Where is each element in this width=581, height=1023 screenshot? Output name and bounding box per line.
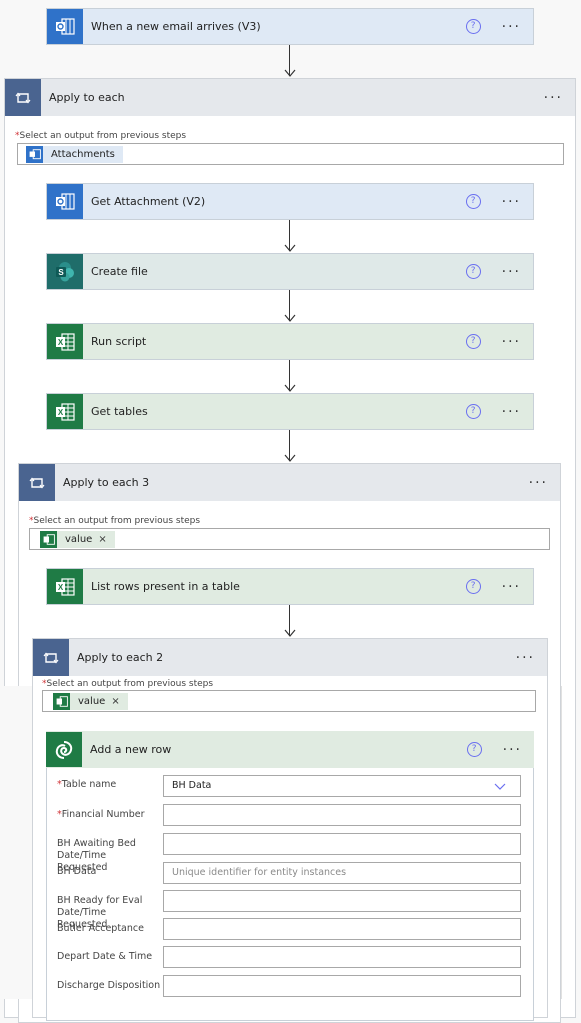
flow-arrow — [284, 220, 296, 253]
svg-text:X: X — [58, 408, 64, 417]
svg-text:X: X — [58, 583, 64, 592]
depart-date-time-input[interactable] — [163, 946, 521, 968]
flow-arrow — [284, 605, 296, 638]
apply-to-each-3-header[interactable]: Apply to each 3 ··· — [19, 464, 560, 501]
more-options-button[interactable]: ··· — [502, 195, 521, 209]
field-label-butler-acceptance: Butler Acceptance — [57, 923, 144, 934]
excel-icon: X — [47, 394, 83, 429]
step-card-get-tables[interactable]: X Get tables ? ··· — [46, 393, 534, 430]
excel-icon: X — [47, 324, 83, 359]
excel-icon — [53, 693, 70, 710]
step-title: Get Attachment (V2) — [91, 195, 206, 208]
apply-to-each-2-header[interactable]: Apply to each 2 ··· — [33, 639, 547, 676]
excel-icon — [40, 531, 57, 548]
flow-arrow — [284, 290, 296, 323]
apply-to-each-title: Apply to each — [49, 91, 125, 104]
action-title: Add a new row — [90, 743, 172, 756]
more-options-button[interactable]: ··· — [529, 476, 548, 490]
token-chip[interactable]: value × — [40, 531, 115, 548]
financial-number-input[interactable] — [163, 804, 521, 826]
more-options-button[interactable]: ··· — [502, 20, 521, 34]
field-label-table-name: *Table name — [57, 779, 117, 790]
select-output-label: *Select an output from previous steps — [42, 679, 214, 689]
token-label: Attachments — [43, 146, 123, 163]
help-icon[interactable]: ? — [465, 334, 481, 349]
help-icon[interactable]: ? — [465, 579, 481, 594]
bh-data-input[interactable]: Unique identifier for entity instances — [163, 862, 521, 884]
step-title: Create file — [91, 265, 148, 278]
excel-icon: X — [47, 569, 83, 604]
canvas-background — [0, 686, 32, 999]
step-card-run-script[interactable]: X Run script ? ··· — [46, 323, 534, 360]
remove-token-button[interactable]: × — [98, 534, 106, 545]
dataverse-icon — [46, 732, 82, 767]
token-chip[interactable]: value × — [53, 693, 128, 710]
flow-arrow — [284, 430, 296, 463]
help-icon[interactable]: ? — [465, 404, 481, 419]
container-edge — [561, 686, 562, 999]
token-chip[interactable]: Attachments — [26, 146, 123, 163]
more-options-button[interactable]: ··· — [502, 265, 521, 279]
outlook-icon — [47, 9, 83, 44]
discharge-disposition-input[interactable] — [163, 975, 521, 997]
select-output-input[interactable]: value × — [29, 528, 550, 550]
table-name-dropdown[interactable]: BH Data — [163, 775, 521, 797]
help-icon[interactable]: ? — [466, 742, 482, 757]
field-label-financial-number: *Financial Number — [57, 809, 145, 820]
help-icon[interactable]: ? — [465, 194, 481, 209]
trigger-title: When a new email arrives (V3) — [91, 20, 261, 33]
butler-acceptance-input[interactable] — [163, 918, 521, 940]
outlook-icon — [26, 146, 43, 163]
chevron-down-icon — [494, 783, 506, 790]
flow-arrow — [284, 45, 296, 78]
step-title: List rows present in a table — [91, 580, 240, 593]
apply-to-each-header[interactable]: Apply to each ··· — [5, 79, 575, 116]
more-options-button[interactable]: ··· — [516, 651, 535, 665]
flow-arrow — [284, 360, 296, 393]
add-row-header[interactable]: Add a new row ? ··· — [46, 731, 534, 768]
step-card-get-attachment[interactable]: Get Attachment (V2) ? ··· — [46, 183, 534, 220]
select-output-label: *Select an output from previous steps — [29, 516, 201, 526]
svg-text:S: S — [58, 268, 64, 277]
select-output-label: *Select an output from previous steps — [15, 131, 187, 141]
more-options-button[interactable]: ··· — [502, 335, 521, 349]
apply-to-each-2-title: Apply to each 2 — [77, 651, 164, 664]
remove-token-button[interactable]: × — [111, 696, 119, 707]
trigger-card[interactable]: When a new email arrives (V3) ? ··· — [46, 8, 534, 45]
step-title: Run script — [91, 335, 147, 348]
apply-to-each-3-title: Apply to each 3 — [63, 476, 150, 489]
field-label-depart-date-time: Depart Date & Time — [57, 951, 153, 962]
more-options-button[interactable]: ··· — [544, 91, 563, 105]
more-options-button[interactable]: ··· — [503, 743, 522, 757]
svg-text:X: X — [58, 338, 64, 347]
select-output-input[interactable]: value × — [42, 690, 536, 712]
loop-icon — [33, 639, 69, 676]
field-label-bh-data: BH Data — [57, 866, 97, 877]
loop-icon — [19, 464, 55, 501]
more-options-button[interactable]: ··· — [502, 405, 521, 419]
help-icon[interactable]: ? — [465, 264, 481, 279]
help-icon[interactable]: ? — [465, 19, 481, 34]
outlook-icon — [47, 184, 83, 219]
bh-awaiting-bed-input[interactable] — [163, 833, 521, 855]
bh-ready-for-eval-input[interactable] — [163, 890, 521, 912]
loop-icon — [5, 79, 41, 116]
step-card-create-file[interactable]: S Create file ? ··· — [46, 253, 534, 290]
field-label-discharge-disposition: Discharge Disposition — [57, 980, 161, 991]
step-card-list-rows[interactable]: X List rows present in a table ? ··· — [46, 568, 534, 605]
sharepoint-icon: S — [47, 254, 83, 289]
more-options-button[interactable]: ··· — [502, 580, 521, 594]
step-title: Get tables — [91, 405, 148, 418]
token-label: value × — [70, 693, 128, 710]
token-label: value × — [57, 531, 115, 548]
select-output-input[interactable]: Attachments — [17, 143, 564, 165]
